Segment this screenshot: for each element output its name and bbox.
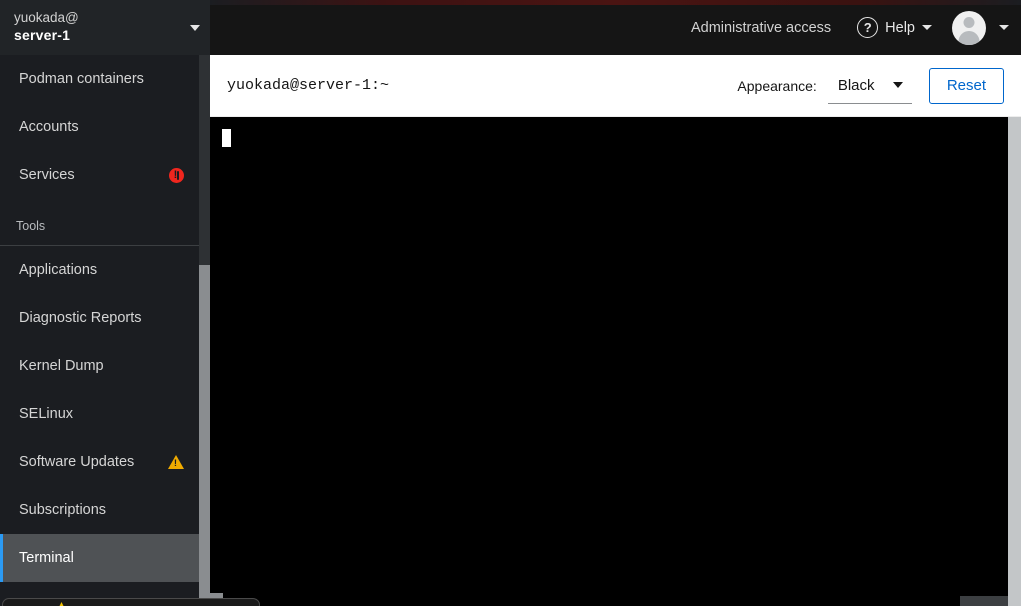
sidebar-item-label: Podman containers: [19, 71, 144, 87]
administrative-access-button[interactable]: Administrative access: [691, 20, 831, 36]
user-menu[interactable]: [952, 10, 1009, 45]
sidebar-item-label: SELinux: [19, 406, 74, 422]
sidebar-item-selinux[interactable]: SELinux: [0, 390, 210, 438]
sidebar-item-label: Applications: [19, 262, 98, 278]
brand-stripe: [210, 0, 1021, 5]
sidebar-item-applications[interactable]: Applications: [0, 246, 210, 294]
warning-triangle-icon: [58, 602, 65, 606]
warning-triangle-icon: [168, 455, 184, 469]
appearance-selected-value: Black: [837, 76, 875, 94]
error-circle-icon: !: [169, 167, 184, 183]
help-menu-label: Help: [885, 19, 915, 36]
sidebar-item-subscriptions[interactable]: Subscriptions: [0, 486, 210, 534]
chevron-down-icon: [999, 25, 1009, 30]
terminal-scrollbar-thumb[interactable]: [1008, 117, 1021, 606]
appearance-label: Appearance:: [737, 77, 817, 94]
sidebar-item-label: Subscriptions: [19, 502, 107, 518]
sidebar-item-label: Terminal: [19, 550, 74, 566]
topbar: Administrative access ? Help: [210, 0, 1021, 55]
sidebar-item-diagnostic-reports[interactable]: Diagnostic Reports: [0, 294, 210, 342]
terminal-toolbar: yuokada@server-1:~ Appearance: Black Res…: [210, 55, 1021, 117]
sidebar-nav: Podman containers Accounts Services ! To…: [0, 55, 210, 582]
sidebar-hostname: server-1: [14, 27, 71, 44]
browser-notification-bar[interactable]: [2, 598, 260, 606]
error-badge-glyph: !: [173, 168, 178, 181]
sidebar-section-tools: Tools: [0, 199, 210, 239]
sidebar-item-label: Diagnostic Reports: [19, 310, 142, 326]
sidebar-scrollbar-thumb[interactable]: [199, 265, 210, 606]
sidebar-item-services[interactable]: Services !: [0, 151, 210, 199]
help-menu[interactable]: ? Help: [857, 17, 932, 38]
terminal-hscrollbar-thumb[interactable]: [960, 596, 1008, 606]
sidebar-username: yuokada@: [14, 10, 79, 26]
help-circle-icon: ?: [857, 17, 879, 38]
chevron-down-icon: [922, 25, 932, 30]
sidebar: yuokada@ server-1 Podman containers Acco…: [0, 0, 210, 606]
sidebar-item-terminal[interactable]: Terminal: [0, 534, 210, 582]
sidebar-item-label: Accounts: [19, 119, 79, 135]
sidebar-item-label: Services: [19, 167, 75, 183]
chevron-down-icon: [190, 24, 200, 31]
sidebar-host-text: yuokada@ server-1: [14, 10, 79, 44]
cockpit-app: yuokada@ server-1 Podman containers Acco…: [0, 0, 1021, 606]
user-avatar: [952, 10, 986, 45]
main-area: Administrative access ? Help yuokada@ser…: [210, 0, 1021, 606]
sidebar-item-software-updates[interactable]: Software Updates: [0, 438, 210, 486]
reset-button[interactable]: Reset: [928, 67, 1004, 104]
sidebar-item-accounts[interactable]: Accounts: [0, 103, 210, 151]
terminal-screen[interactable]: [210, 117, 1021, 606]
sidebar-item-kernel-dump[interactable]: Kernel Dump: [0, 342, 210, 390]
terminal-cursor: [222, 129, 231, 147]
sidebar-item-label: Software Updates: [19, 454, 135, 470]
sidebar-section-label: Tools: [16, 219, 46, 233]
appearance-select[interactable]: Black: [827, 67, 912, 104]
chevron-down-icon: [892, 82, 903, 88]
sidebar-item-label: Kernel Dump: [19, 358, 104, 374]
terminal-title: yuokada@server-1:~: [227, 77, 390, 94]
sidebar-item-podman-containers[interactable]: Podman containers: [0, 55, 210, 103]
sidebar-host-switcher[interactable]: yuokada@ server-1: [0, 0, 210, 55]
